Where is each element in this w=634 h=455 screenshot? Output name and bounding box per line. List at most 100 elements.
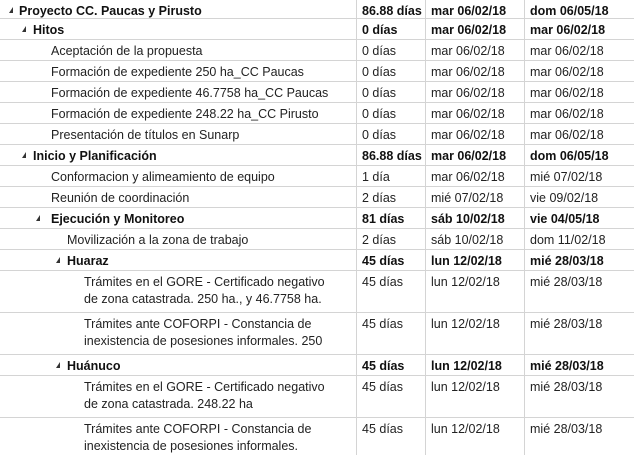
start-date-cell[interactable]: mar 06/02/18 [426,0,525,18]
finish-date-cell[interactable]: dom 06/05/18 [525,145,634,165]
start-date-cell[interactable]: mar 06/02/18 [426,124,525,144]
task-name-cell[interactable]: Huaraz [0,250,357,270]
task-name-cell[interactable]: Conformacion y alimeamiento de equipo [0,166,357,186]
duration-cell[interactable]: 45 días [357,418,426,455]
task-row[interactable]: Aceptación de la propuesta 0 días mar 06/0… [0,40,634,61]
finish-date-cell[interactable]: vie 04/05/18 [525,208,634,228]
finish-date-cell[interactable]: mié 28/03/18 [525,355,634,375]
start-date-cell[interactable]: mar 06/02/18 [426,19,525,39]
duration-cell[interactable]: 0 días [357,61,426,81]
task-row[interactable]: Trámites ante COFORPI - Constancia de in… [0,418,634,455]
collapse-triangle-icon[interactable] [36,215,40,221]
duration-cell[interactable]: 86.88 días [357,0,426,18]
task-name-cell[interactable]: Proyecto CC. Paucas y Pirusto [0,0,357,18]
duration-cell[interactable]: 0 días [357,124,426,144]
finish-date-cell[interactable]: mié 28/03/18 [525,271,634,312]
task-name: Movilización a la zona de trabajo [67,233,249,247]
task-row[interactable]: Trámites en el GORE - Certificado negati… [0,271,634,313]
start-date-cell[interactable]: lun 12/02/18 [426,250,525,270]
summary-task-row[interactable]: Proyecto CC. Paucas y Pirusto 86.88 días m… [0,0,634,19]
duration-cell[interactable]: 45 días [357,250,426,270]
start-date-cell[interactable]: sáb 10/02/18 [426,229,525,249]
duration-cell[interactable]: 1 día [357,166,426,186]
duration-cell[interactable]: 0 días [357,82,426,102]
duration-cell[interactable]: 45 días [357,376,426,417]
start-date-cell[interactable]: mar 06/02/18 [426,103,525,123]
finish-date-cell[interactable]: dom 11/02/18 [525,229,634,249]
start-date-cell[interactable]: mar 06/02/18 [426,166,525,186]
task-row[interactable]: Conformacion y alimeamiento de equipo 1 d… [0,166,634,187]
task-name-cell[interactable]: Movilización a la zona de trabajo [0,229,357,249]
finish-date-cell[interactable]: mar 06/02/18 [525,82,634,102]
task-name-cell[interactable]: Trámites ante COFORPI - Constancia de in… [0,418,357,455]
task-name-cell[interactable]: Formación de expediente 250 ha_CC Paucas [0,61,357,81]
task-name-cell[interactable]: Formación de expediente 46.7758 ha_CC Pa… [0,82,357,102]
start-date-cell[interactable]: lun 12/02/18 [426,313,525,354]
task-row[interactable]: Presentación de títulos en Sunarp 0 días m… [0,124,634,145]
task-row[interactable]: Trámites en el GORE - Certificado negati… [0,376,634,418]
finish-date-cell[interactable]: mié 28/03/18 [525,250,634,270]
summary-task-row[interactable]: Hitos 0 días mar 06/02/18 mar 06/02/18 [0,19,634,40]
task-name: Trámites en el GORE - Certificado negati… [84,380,325,411]
finish-date-cell[interactable]: mié 28/03/18 [525,418,634,455]
duration-cell[interactable]: 81 días [357,208,426,228]
task-row[interactable]: Formación de expediente 248.22 ha_CC Pir… [0,103,634,124]
collapse-triangle-icon[interactable] [22,152,26,158]
duration-cell[interactable]: 45 días [357,355,426,375]
collapse-triangle-icon[interactable] [22,26,26,32]
task-name-cell[interactable]: Presentación de títulos en Sunarp [0,124,357,144]
duration-cell[interactable]: 2 días [357,187,426,207]
summary-task-row[interactable]: Inicio y Planificación 86.88 días mar 06/0… [0,145,634,166]
duration-cell[interactable]: 2 días [357,229,426,249]
finish-date-cell[interactable]: vie 09/02/18 [525,187,634,207]
collapse-triangle-icon[interactable] [9,7,13,13]
task-row[interactable]: Movilización a la zona de trabajo 2 días s… [0,229,634,250]
task-name-cell[interactable]: Formación de expediente 248.22 ha_CC Pir… [0,103,357,123]
finish-date-cell[interactable]: mar 06/02/18 [525,61,634,81]
finish-date-cell[interactable]: dom 06/05/18 [525,0,634,18]
duration-cell[interactable]: 0 días [357,40,426,60]
task-row[interactable]: Reunión de coordinación 2 días mié 07/02/1… [0,187,634,208]
finish-date-cell[interactable]: mar 06/02/18 [525,19,634,39]
start-date-cell[interactable]: mar 06/02/18 [426,82,525,102]
task-name-cell[interactable]: Trámites en el GORE - Certificado negati… [0,271,357,312]
collapse-triangle-icon[interactable] [56,257,60,263]
start-date-cell[interactable]: mar 06/02/18 [426,40,525,60]
finish-date-cell[interactable]: mié 07/02/18 [525,166,634,186]
summary-task-row[interactable]: Ejecución y Monitoreo 81 días sáb 10/02/18… [0,208,634,229]
start-date-cell[interactable]: mié 07/02/18 [426,187,525,207]
task-name-cell[interactable]: Ejecución y Monitoreo [0,208,357,228]
start-date-cell[interactable]: lun 12/02/18 [426,418,525,455]
summary-task-row[interactable]: Huaraz 45 días lun 12/02/18 mié 28/03/18 [0,250,634,271]
task-name-cell[interactable]: Reunión de coordinación [0,187,357,207]
task-row[interactable]: Trámites ante COFORPI - Constancia de in… [0,313,634,355]
task-name-cell[interactable]: Trámites ante COFORPI - Constancia de in… [0,313,357,354]
finish-date-cell[interactable]: mar 06/02/18 [525,40,634,60]
collapse-triangle-icon[interactable] [56,362,60,368]
task-name-cell[interactable]: Trámites en el GORE - Certificado negati… [0,376,357,417]
task-row[interactable]: Formación de expediente 250 ha_CC Paucas… [0,61,634,82]
start-date-cell[interactable]: sáb 10/02/18 [426,208,525,228]
duration-cell[interactable]: 45 días [357,313,426,354]
task-name-cell[interactable]: Hitos [0,19,357,39]
finish-date-cell[interactable]: mar 06/02/18 [525,124,634,144]
duration-cell[interactable]: 45 días [357,271,426,312]
start-date-cell[interactable]: lun 12/02/18 [426,271,525,312]
duration-cell[interactable]: 86.88 días [357,145,426,165]
duration-cell[interactable]: 0 días [357,103,426,123]
task-name-cell[interactable]: Huánuco [0,355,357,375]
start-date-cell[interactable]: lun 12/02/18 [426,355,525,375]
start-date-cell[interactable]: mar 06/02/18 [426,145,525,165]
duration-cell[interactable]: 0 días [357,19,426,39]
start-date-cell[interactable]: mar 06/02/18 [426,61,525,81]
summary-task-row[interactable]: Huánuco 45 días lun 12/02/18 mié 28/03/18 [0,355,634,376]
task-name-cell[interactable]: Aceptación de la propuesta [0,40,357,60]
finish-date-cell[interactable]: mar 06/02/18 [525,103,634,123]
task-name: Huánuco [67,359,121,373]
task-name-cell[interactable]: Inicio y Planificación [0,145,357,165]
finish-date-cell[interactable]: mié 28/03/18 [525,376,634,417]
task-row[interactable]: Formación de expediente 46.7758 ha_CC Pa… [0,82,634,103]
task-name: Formación de expediente 46.7758 ha_CC Pa… [51,86,329,100]
finish-date-cell[interactable]: mié 28/03/18 [525,313,634,354]
start-date-cell[interactable]: lun 12/02/18 [426,376,525,417]
